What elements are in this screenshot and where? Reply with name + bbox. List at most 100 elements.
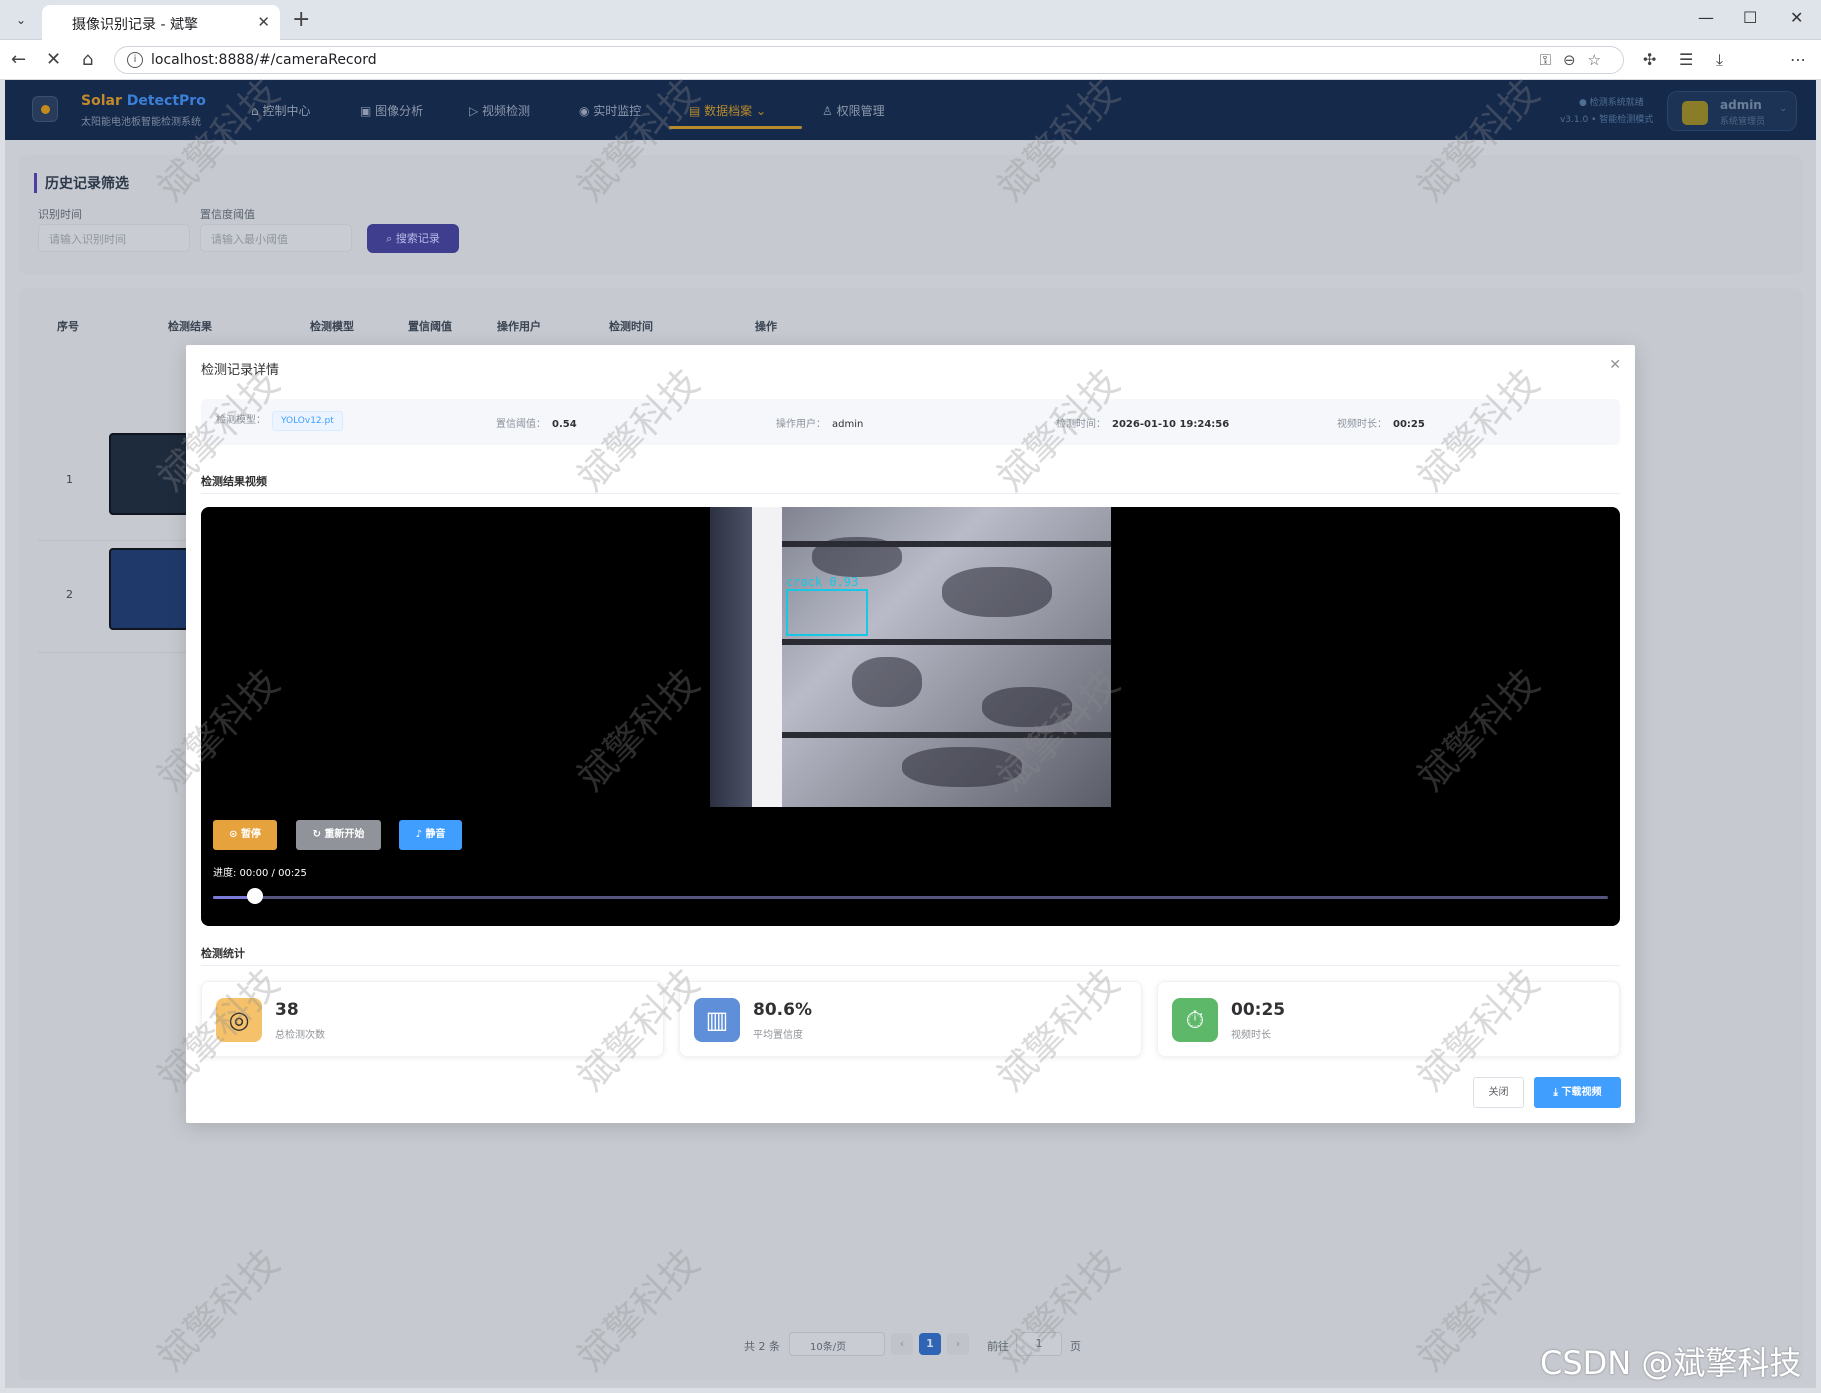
video-frame: crack 0.93 (710, 507, 1111, 807)
tab-title: 摄像识别记录 - 斌擎 (72, 17, 198, 33)
url-field[interactable]: i localhost:8888/#/cameraRecord ⚿⊖☆ (114, 46, 1624, 74)
favorites-icon[interactable]: ☰ (1679, 50, 1693, 69)
stat-value: 38 (275, 1000, 299, 1020)
restart-button[interactable]: ↻ 重新开始 (296, 820, 381, 850)
back-icon[interactable]: ← (11, 49, 26, 70)
nav-live-monitor[interactable]: ◉ 实时监控 (579, 102, 641, 119)
stat-value: 00:25 (1231, 1000, 1286, 1020)
stat-label: 平均置信度 (753, 1030, 803, 1041)
url-action-icons[interactable]: ⚿⊖☆ (1540, 51, 1613, 69)
col-header-model: 检测模型 (310, 320, 354, 333)
chevron-down-icon: ⌄ (1779, 103, 1788, 114)
stat-card-duration: ⏱ 00:25 视频时长 (1157, 981, 1620, 1057)
result-thumbnail[interactable] (109, 433, 189, 515)
prev-page-button[interactable]: ‹ (891, 1333, 913, 1355)
user-role: 系统管理员 (1720, 117, 1766, 127)
csdn-watermark: CSDN @斌擎科技 (1540, 1344, 1802, 1382)
minimize-icon[interactable]: — (1698, 8, 1714, 27)
address-bar: ← ✕ ⌂ i localhost:8888/#/cameraRecord ⚿⊖… (0, 40, 1821, 111)
stopwatch-icon: ⏱ (1172, 998, 1218, 1042)
stat-label: 视频时长 (1231, 1030, 1271, 1041)
page-suffix: 页 (1070, 1340, 1081, 1353)
goto-label: 前往 (987, 1340, 1009, 1353)
nav-image-analysis[interactable]: ▣ 图像分析 (360, 102, 423, 119)
result-thumbnail[interactable] (109, 548, 189, 630)
nav-video-detection[interactable]: ▷ 视频检测 (469, 102, 530, 119)
filter-card: 历史记录筛选 识别时间 请输入识别时间 置信度阈值 请输入最小阈值 ⌕ 搜索记录 (18, 155, 1803, 275)
row-index: 1 (66, 473, 73, 486)
progress-handle[interactable] (246, 888, 263, 904)
nav-data-archive[interactable]: ▤ 数据档案 ⌄ (689, 102, 766, 119)
video-player[interactable]: crack 0.93 ⊙ 暂停 ↻ 重新开始 ♪ 静音 进度: 00:00 / … (201, 507, 1620, 926)
info-user: 操作用户： admin (776, 419, 864, 430)
model-tag: YOLOv12.pt (272, 411, 343, 431)
download-video-button[interactable]: ⤓ 下载视频 (1534, 1077, 1621, 1108)
col-header-user: 操作用户 (497, 320, 541, 333)
search-button[interactable]: ⌕ 搜索记录 (367, 224, 459, 253)
info-conf: 置信阈值： 0.54 (496, 419, 577, 430)
stats-section-title: 检测统计 (201, 947, 245, 960)
info-time: 检测时间： 2026-01-10 19:24:56 (1056, 419, 1230, 430)
dialog-title: 检测记录详情 (201, 363, 280, 378)
tab-list-icon[interactable]: ⌄ (10, 9, 32, 31)
active-nav-indicator (669, 126, 802, 129)
video-section-title: 检测结果视频 (201, 475, 267, 488)
home-icon[interactable]: ⌂ (82, 49, 93, 70)
user-avatar (1682, 101, 1708, 125)
system-version: v3.1.0 • 智能检测模式 (1560, 115, 1654, 125)
url-text: localhost:8888/#/cameraRecord (151, 52, 377, 68)
section-divider (201, 493, 1620, 494)
window-close-icon[interactable]: ✕ (1790, 8, 1803, 27)
nav-control-center[interactable]: ⌂ 控制中心 (251, 102, 310, 119)
mute-button[interactable]: ♪ 静音 (399, 820, 462, 850)
close-icon[interactable]: ✕ (1609, 357, 1621, 373)
stat-label: 总检测次数 (275, 1030, 325, 1041)
pause-button[interactable]: ⊙ 暂停 (213, 820, 277, 850)
download-icon[interactable]: ⤓ (1716, 50, 1723, 70)
reload-stop-icon[interactable]: ✕ (46, 49, 61, 70)
stat-card-confidence: ▥ 80.6% 平均置信度 (679, 981, 1142, 1057)
col-header-action: 操作 (755, 320, 777, 333)
site-info-icon[interactable]: i (127, 52, 143, 68)
col-header-time: 检测时间 (609, 320, 653, 333)
close-button[interactable]: 关闭 (1473, 1077, 1524, 1108)
row-index: 2 (66, 588, 73, 601)
info-model: 检测模型： YOLOv12.pt (216, 411, 343, 431)
conf-input[interactable]: 请输入最小阈值 (200, 224, 352, 252)
detection-label: crack 0.93 (786, 575, 859, 589)
browser-tab[interactable]: 摄像识别记录 - 斌擎 ✕ (42, 5, 280, 40)
progress-text: 进度: 00:00 / 00:25 (213, 868, 307, 879)
time-input[interactable]: 请输入识别时间 (38, 224, 190, 252)
stat-card-total: ◎ 38 总检测次数 (201, 981, 664, 1057)
extensions-icon[interactable]: ✣ (1643, 50, 1656, 69)
nav-permissions[interactable]: ♙ 权限管理 (822, 102, 885, 119)
new-tab-icon[interactable]: + (292, 7, 310, 32)
detection-box (786, 589, 868, 636)
bar-chart-icon: ▥ (694, 998, 740, 1042)
maximize-icon[interactable]: ☐ (1743, 8, 1757, 27)
browser-tab-bar: ⌄ 摄像识别记录 - 斌擎 ✕ + — ☐ ✕ (0, 0, 1821, 40)
brand-subtitle: 太阳能电池板智能检测系统 (81, 117, 201, 128)
page-number-current[interactable]: 1 (919, 1333, 941, 1355)
more-icon[interactable]: ⋯ (1790, 50, 1806, 69)
target-icon: ◎ (216, 998, 262, 1042)
page-size-select[interactable]: 10条/页 (789, 1332, 885, 1356)
time-label: 识别时间 (38, 208, 82, 221)
close-icon[interactable]: ✕ (257, 13, 270, 31)
pagination-total: 共 2 条 (744, 1340, 780, 1353)
col-header-index: 序号 (57, 320, 79, 333)
next-page-button[interactable]: › (947, 1333, 969, 1355)
brand-title: Solar DetectPro (81, 93, 206, 109)
filter-title: 历史记录筛选 (34, 173, 129, 193)
col-header-conf: 置信阈值 (408, 320, 452, 333)
progress-slider[interactable] (213, 896, 1608, 899)
goto-page-input[interactable]: 1 (1016, 1332, 1062, 1356)
user-name: admin (1720, 98, 1762, 112)
section-divider (201, 965, 1620, 966)
conf-label: 置信度阈值 (200, 208, 255, 221)
user-menu[interactable]: admin 系统管理员 ⌄ (1667, 91, 1797, 131)
app-header: Solar DetectPro 太阳能电池板智能检测系统 ⌂ 控制中心 ▣ 图像… (5, 80, 1816, 140)
stat-value: 80.6% (753, 1000, 812, 1020)
col-header-result: 检测结果 (168, 320, 212, 333)
logo (32, 96, 58, 122)
